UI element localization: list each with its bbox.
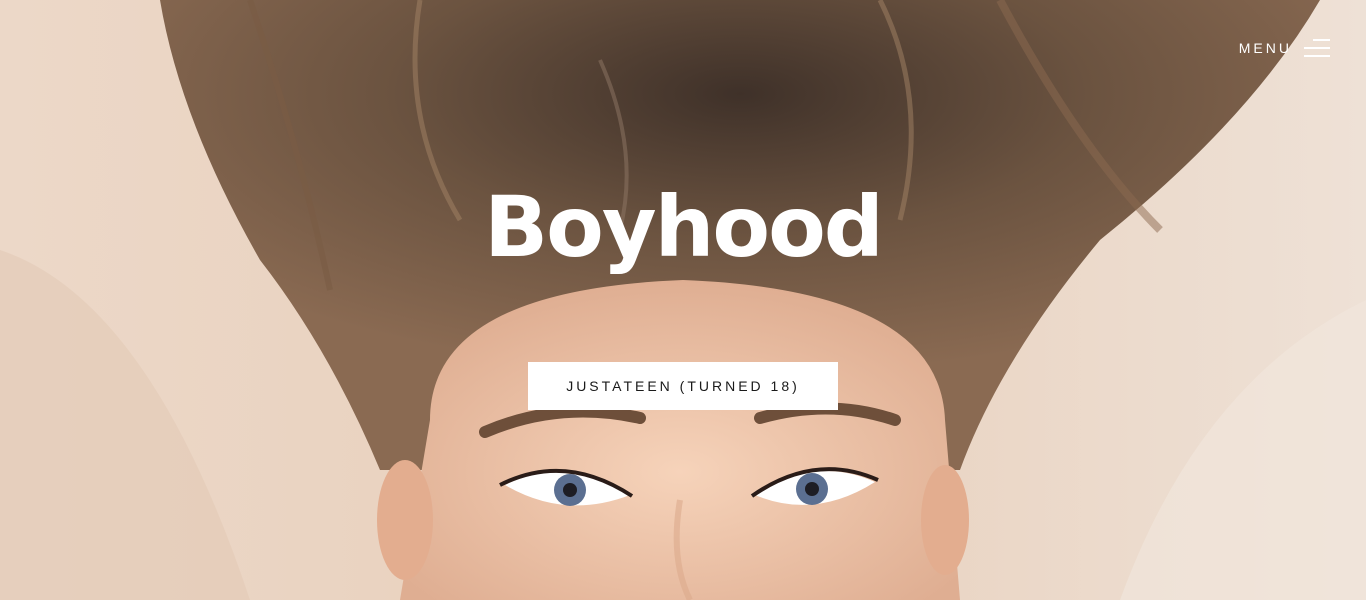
menu-button[interactable]: MENU [1239, 38, 1330, 58]
hamburger-icon [1304, 38, 1330, 58]
hero-background-photo [0, 0, 1366, 600]
page-title: Boyhood [484, 178, 884, 276]
menu-label: MENU [1238, 40, 1292, 56]
category-button[interactable]: JUSTATEEN (TURNED 18) [528, 362, 838, 410]
hero-section [0, 0, 1366, 600]
